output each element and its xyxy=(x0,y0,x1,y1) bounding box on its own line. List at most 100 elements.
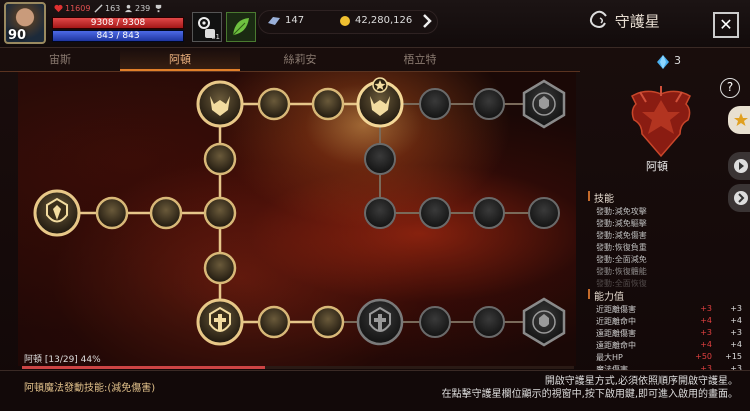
locked-star-node[interactable] xyxy=(528,197,560,229)
star-node[interactable] xyxy=(257,305,291,339)
side-tab-favorite[interactable] xyxy=(728,106,750,134)
player-level: 90 xyxy=(8,28,27,43)
stat-total: +15 xyxy=(725,352,742,361)
locked-star-node[interactable] xyxy=(419,197,451,229)
section-marker xyxy=(588,289,590,299)
stat-trophy xyxy=(154,4,163,13)
cross-node[interactable] xyxy=(196,298,244,346)
skill-item: 發動:全面減免 xyxy=(596,255,647,264)
constellation-progress-label: 阿頓 [13/29] 44% xyxy=(24,355,101,365)
star-node[interactable] xyxy=(203,196,237,230)
star-node[interactable] xyxy=(257,87,291,121)
stat-total: +4 xyxy=(730,316,742,325)
instructions: 開啟守護星方式,必須依照順序開啟守護星。 在點擊守護星欄位顯示的視窗中,按下啟用… xyxy=(442,375,738,401)
skill-item: 發動:恢復體能 xyxy=(596,267,647,276)
leaf-icon xyxy=(232,18,249,36)
stat-karma: 239 xyxy=(124,4,150,13)
stat-power-value: 11609 xyxy=(65,4,91,13)
close-icon: ✕ xyxy=(719,15,733,34)
locked-hex-node[interactable] xyxy=(522,297,566,347)
stat-attack: 163 xyxy=(94,4,120,13)
hp-bar: 9308 / 9308 xyxy=(52,17,184,29)
currency-bar: 147 42,280,126 xyxy=(258,10,438,34)
mp-bar: 843 / 843 xyxy=(52,30,184,42)
settings-slot[interactable]: 61 xyxy=(192,12,222,42)
stat-total: +3 xyxy=(730,304,742,313)
locked-star-node[interactable] xyxy=(419,306,451,338)
constellation-tabs: 宙斯 阿頓 絲莉安 梧立特 xyxy=(0,48,580,72)
sword-icon xyxy=(94,4,103,13)
locked-star-node[interactable] xyxy=(419,88,451,120)
wolf-node-starred[interactable] xyxy=(356,77,404,128)
tab-label: 梧立特 xyxy=(403,53,437,66)
skill-item: 發動:恢復負重 xyxy=(596,243,647,252)
locked-major-node[interactable] xyxy=(356,298,404,346)
emblem-name: 阿頓 xyxy=(646,160,668,173)
help-button[interactable]: ? xyxy=(720,78,740,98)
stat-attack-value: 163 xyxy=(105,4,121,13)
chevron-right-icon xyxy=(734,191,748,205)
star-node[interactable] xyxy=(311,305,345,339)
star-node[interactable] xyxy=(95,196,129,230)
star-node[interactable] xyxy=(203,142,237,176)
gem-count: 3 xyxy=(674,54,681,67)
tab-label: 絲莉安 xyxy=(283,53,317,66)
wolf-node[interactable] xyxy=(196,80,244,128)
window-title-area: 守護星 xyxy=(588,10,660,34)
skills-heading: 技能 xyxy=(594,194,614,205)
star-node[interactable] xyxy=(149,196,183,230)
herb-slot[interactable] xyxy=(226,12,256,42)
star-node[interactable] xyxy=(203,251,237,285)
chevron-right-icon xyxy=(423,14,432,28)
locked-hex-node[interactable] xyxy=(522,79,566,129)
stat-gain: +3 xyxy=(700,304,712,313)
crystal-amount: 147 xyxy=(285,15,305,26)
side-tab-next[interactable] xyxy=(728,184,750,212)
aden-emblem xyxy=(622,84,700,162)
locked-star-node[interactable] xyxy=(364,143,396,175)
help-icon: ? xyxy=(726,80,734,94)
gold-icon xyxy=(339,15,351,30)
constellation-tree xyxy=(33,77,566,347)
stat-power: 11609 xyxy=(54,4,90,13)
locked-star-node[interactable] xyxy=(364,197,396,229)
mp-text: 843 / 843 xyxy=(96,31,140,41)
magic-skill-info: 阿頓魔法發動技能:(減免傷害) xyxy=(24,383,156,394)
instruction-line: 開啟守護星方式,必須依照順序開啟守護星。 xyxy=(544,376,738,387)
star-icon xyxy=(734,113,748,126)
heart-icon xyxy=(54,4,63,13)
constellation-progress-fill xyxy=(22,366,265,369)
section-marker xyxy=(588,191,590,201)
trophy-icon xyxy=(154,4,163,13)
blue-gem-icon xyxy=(656,54,670,69)
stat-total: +3 xyxy=(730,328,742,337)
person-icon xyxy=(124,4,133,13)
currency-expand-button[interactable] xyxy=(418,12,436,32)
gold-amount: 42,280,126 xyxy=(355,15,413,26)
top-status-bar: 90 11609 163 239 9308 / 9308 843 / 843 6… xyxy=(0,0,750,48)
crystal-icon xyxy=(267,15,281,30)
stat-name: 近距離命中 xyxy=(596,317,636,326)
details-panel: 3 ? 阿頓 技能 發動:減免攻擊 發動:減免驅擊 發動:減免傷害 發動:恢復負… xyxy=(582,48,750,374)
tab-aden[interactable]: 阿頓 xyxy=(120,48,240,71)
star-node[interactable] xyxy=(311,87,345,121)
stat-name: 最大HP xyxy=(596,353,623,362)
skill-item: 發動:減免攻擊 xyxy=(596,207,647,216)
stat-name: 遠距離傷害 xyxy=(596,329,636,338)
stat-gain: +4 xyxy=(700,340,712,349)
stat-gain: +3 xyxy=(700,328,712,337)
close-button[interactable]: ✕ xyxy=(713,12,739,38)
hp-text: 9308 / 9308 xyxy=(90,18,146,28)
side-tab-play[interactable] xyxy=(728,152,750,180)
tab-label: 宙斯 xyxy=(49,53,71,66)
tab-wulite[interactable]: 梧立特 xyxy=(360,48,480,71)
tab-label: 阿頓 xyxy=(169,53,191,66)
root-node[interactable] xyxy=(33,189,81,237)
locked-star-node[interactable] xyxy=(473,306,505,338)
locked-star-node[interactable] xyxy=(473,197,505,229)
slot-count: 61 xyxy=(211,33,220,41)
tab-zeus[interactable]: 宙斯 xyxy=(0,48,120,71)
tab-silian[interactable]: 絲莉安 xyxy=(240,48,360,71)
stat-total: +4 xyxy=(730,340,742,349)
locked-star-node[interactable] xyxy=(473,88,505,120)
